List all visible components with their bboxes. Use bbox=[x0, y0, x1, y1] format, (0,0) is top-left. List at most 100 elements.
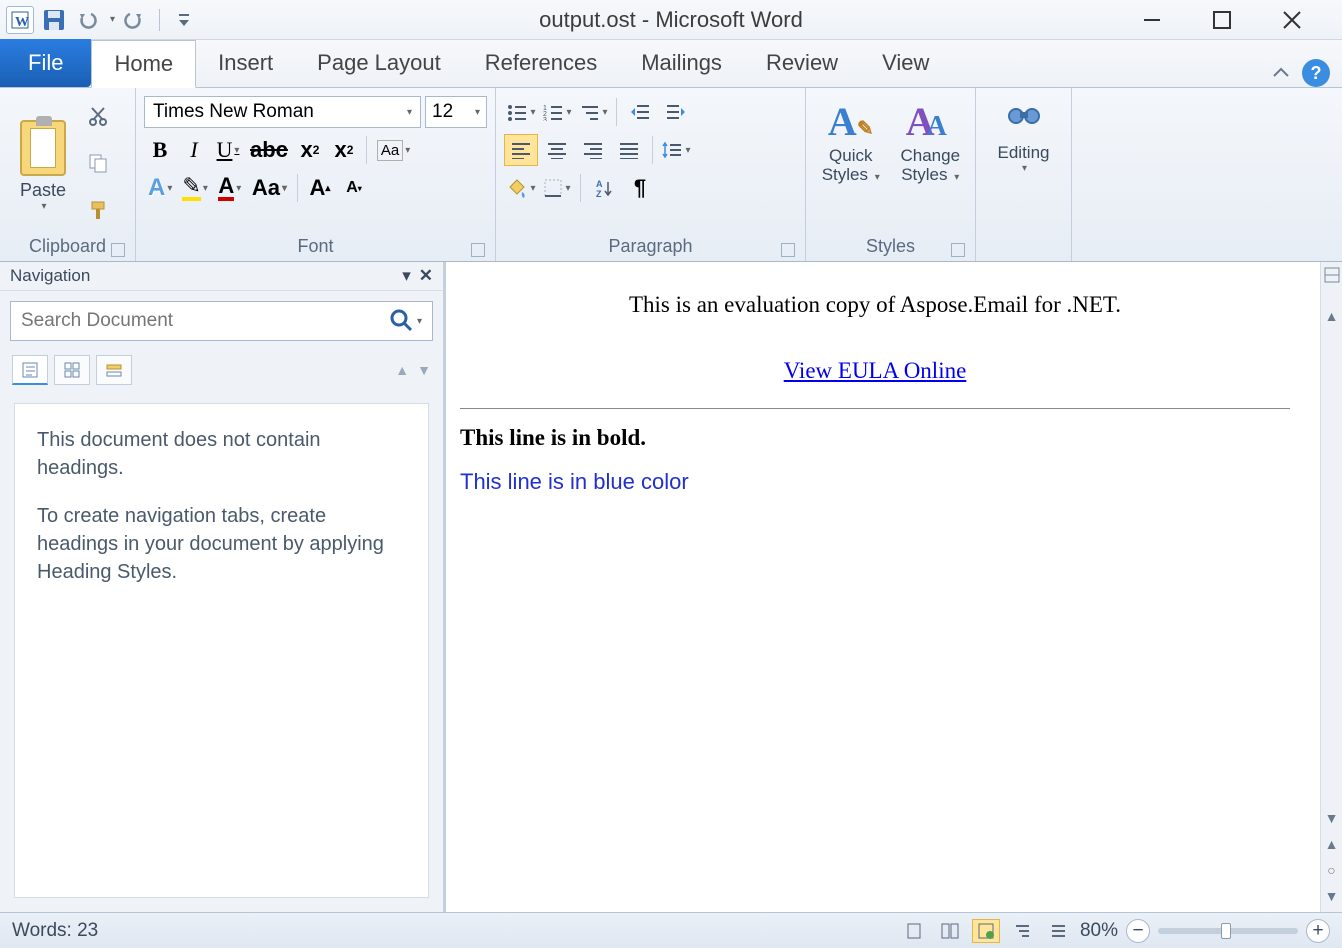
editing-group-label bbox=[984, 255, 1063, 259]
show-hide-button[interactable]: ¶ bbox=[623, 172, 657, 204]
subscript-button[interactable]: x2 bbox=[294, 134, 326, 166]
tab-references[interactable]: References bbox=[463, 39, 620, 87]
redo-icon[interactable] bbox=[121, 6, 149, 34]
next-page-icon[interactable]: ▼ bbox=[1325, 888, 1339, 904]
format-painter-icon[interactable] bbox=[84, 196, 112, 224]
styles-group-label: Styles bbox=[814, 234, 967, 259]
highlight-button[interactable]: ✎▾ bbox=[178, 172, 211, 204]
nav-next-icon[interactable]: ▼ bbox=[417, 362, 431, 378]
minimize-button[interactable] bbox=[1132, 5, 1172, 35]
document-content[interactable]: This is an evaluation copy of Aspose.Ema… bbox=[446, 262, 1320, 912]
tab-page-layout[interactable]: Page Layout bbox=[295, 39, 463, 87]
browse-object-icon[interactable]: ○ bbox=[1327, 862, 1335, 878]
align-left-button[interactable] bbox=[504, 134, 538, 166]
draft-view-icon[interactable] bbox=[1044, 919, 1072, 943]
shrink-font-button[interactable]: A▾ bbox=[338, 172, 370, 204]
zoom-slider[interactable] bbox=[1158, 928, 1298, 934]
navigation-close-icon[interactable]: ✕ bbox=[419, 266, 433, 286]
zoom-slider-thumb[interactable] bbox=[1221, 923, 1231, 939]
word-app-icon[interactable]: W bbox=[6, 6, 34, 34]
word-count[interactable]: Words: 23 bbox=[12, 920, 98, 942]
close-button[interactable] bbox=[1272, 5, 1312, 35]
save-icon[interactable] bbox=[40, 6, 68, 34]
ribbon: Paste ▾ Clipboard Times New Roman▾ 12▾ B… bbox=[0, 88, 1342, 262]
search-dropdown-icon[interactable]: ▾ bbox=[417, 316, 422, 327]
justify-button[interactable] bbox=[612, 134, 646, 166]
qat-customize-icon[interactable] bbox=[170, 6, 198, 34]
cut-icon[interactable] bbox=[84, 102, 112, 130]
divider bbox=[297, 174, 298, 202]
change-case-button[interactable]: Aa▾ bbox=[373, 134, 414, 166]
strikethrough-button[interactable]: abc bbox=[246, 134, 292, 166]
quick-styles-button[interactable]: A✎ Quick Styles ▾ bbox=[814, 98, 888, 234]
styles-dialog-launcher[interactable] bbox=[951, 243, 965, 257]
shading-button[interactable]: ▾ bbox=[504, 172, 538, 204]
group-clipboard: Paste ▾ Clipboard bbox=[0, 88, 136, 261]
help-icon[interactable]: ? bbox=[1302, 59, 1330, 87]
decrease-indent-button[interactable] bbox=[623, 96, 657, 128]
navigation-pane: Navigation ▾ ✕ ▾ ▲ ▼ This document does … bbox=[0, 262, 444, 912]
eula-link[interactable]: View EULA Online bbox=[784, 358, 967, 383]
prev-page-icon[interactable]: ▲ bbox=[1325, 836, 1339, 852]
change-styles-button[interactable]: AA Change Styles ▾ bbox=[894, 98, 968, 234]
zoom-in-button[interactable]: + bbox=[1306, 919, 1330, 943]
svg-text:3: 3 bbox=[543, 117, 547, 121]
undo-dropdown-icon[interactable]: ▾ bbox=[110, 14, 115, 25]
font-name-combo[interactable]: Times New Roman▾ bbox=[144, 96, 421, 128]
increase-indent-button[interactable] bbox=[659, 96, 693, 128]
paragraph-dialog-launcher[interactable] bbox=[781, 243, 795, 257]
tab-insert[interactable]: Insert bbox=[196, 39, 295, 87]
font-color-button[interactable]: A▾ bbox=[214, 172, 246, 204]
bold-button[interactable]: B bbox=[144, 134, 176, 166]
grow-font-button[interactable]: A▴ bbox=[304, 172, 336, 204]
underline-button[interactable]: U▾ bbox=[212, 134, 244, 166]
web-layout-view-icon[interactable] bbox=[972, 919, 1000, 943]
clipboard-dialog-launcher[interactable] bbox=[111, 243, 125, 257]
paste-button[interactable]: Paste ▾ bbox=[8, 92, 78, 234]
vertical-scrollbar[interactable]: ▲ ▼ ▲ ○ ▼ bbox=[1320, 262, 1342, 912]
tab-view[interactable]: View bbox=[860, 39, 951, 87]
editing-dropdown-icon[interactable]: ▾ bbox=[1022, 163, 1027, 174]
superscript-button[interactable]: x2 bbox=[328, 134, 360, 166]
zoom-level[interactable]: 80% bbox=[1080, 920, 1118, 942]
outline-view-icon[interactable] bbox=[1008, 919, 1036, 943]
split-icon[interactable] bbox=[1323, 266, 1341, 284]
tab-review[interactable]: Review bbox=[744, 39, 860, 87]
minimize-ribbon-icon[interactable] bbox=[1270, 64, 1292, 82]
multilevel-list-button[interactable]: ▾ bbox=[576, 96, 610, 128]
align-right-button[interactable] bbox=[576, 134, 610, 166]
paste-dropdown-icon[interactable]: ▾ bbox=[41, 201, 46, 212]
tab-file[interactable]: File bbox=[0, 39, 91, 87]
numbering-button[interactable]: 123▾ bbox=[540, 96, 574, 128]
nav-tab-pages[interactable] bbox=[54, 355, 90, 385]
font-dialog-launcher[interactable] bbox=[471, 243, 485, 257]
print-layout-view-icon[interactable] bbox=[900, 919, 928, 943]
align-center-button[interactable] bbox=[540, 134, 574, 166]
font-size-combo[interactable]: 12▾ bbox=[425, 96, 487, 128]
bullets-button[interactable]: ▾ bbox=[504, 96, 538, 128]
search-input[interactable] bbox=[21, 310, 389, 332]
tab-home[interactable]: Home bbox=[91, 40, 196, 88]
undo-icon[interactable] bbox=[74, 6, 102, 34]
scroll-up-icon[interactable]: ▲ bbox=[1325, 308, 1339, 324]
full-screen-reading-view-icon[interactable] bbox=[936, 919, 964, 943]
character-scaling-button[interactable]: Aa▾ bbox=[248, 172, 291, 204]
group-paragraph: ▾ 123▾ ▾ ▾ ▾ ▾ bbox=[496, 88, 806, 261]
line-spacing-button[interactable]: ▾ bbox=[659, 134, 693, 166]
navigation-search[interactable]: ▾ bbox=[10, 301, 433, 341]
zoom-out-button[interactable]: − bbox=[1126, 919, 1150, 943]
italic-button[interactable]: I bbox=[178, 134, 210, 166]
nav-tab-results[interactable] bbox=[96, 355, 132, 385]
nav-tab-headings[interactable] bbox=[12, 355, 48, 385]
maximize-button[interactable] bbox=[1202, 5, 1242, 35]
text-effects-button[interactable]: A▾ bbox=[144, 172, 176, 204]
nav-prev-icon[interactable]: ▲ bbox=[395, 362, 409, 378]
tab-mailings[interactable]: Mailings bbox=[619, 39, 744, 87]
find-icon[interactable] bbox=[1006, 104, 1042, 134]
sort-button[interactable]: AZ bbox=[587, 172, 621, 204]
copy-icon[interactable] bbox=[84, 149, 112, 177]
navigation-dropdown-icon[interactable]: ▾ bbox=[402, 266, 411, 286]
scroll-down-icon[interactable]: ▼ bbox=[1325, 810, 1339, 826]
search-icon[interactable] bbox=[389, 308, 415, 334]
borders-button[interactable]: ▾ bbox=[540, 172, 574, 204]
